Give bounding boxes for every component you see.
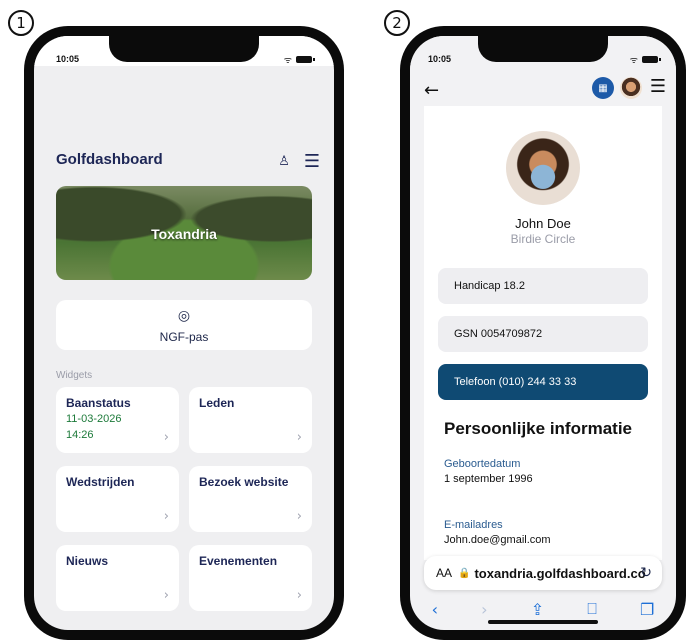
chevron-right-icon: › (296, 430, 302, 445)
widget-baanstatus[interactable]: Baanstatus 11-03-2026 14:26 › (56, 387, 179, 453)
email-value: John.doe@gmail.com (444, 534, 551, 546)
text-size-button[interactable]: AA (436, 566, 452, 580)
club-hero-banner[interactable]: Toxandria (56, 186, 312, 280)
chevron-right-icon: › (163, 430, 169, 445)
profile-name: John Doe (515, 216, 571, 231)
chevron-right-icon: › (163, 588, 169, 603)
reload-icon[interactable]: ↻ (640, 565, 652, 581)
step-badge-2: 2 (384, 10, 410, 36)
widget-bezoek-website[interactable]: Bezoek website › (189, 466, 312, 532)
status-icons: ᯤ (283, 53, 315, 66)
widget-leden[interactable]: Leden › (189, 387, 312, 453)
hamburger-icon[interactable]: ☰ (304, 151, 320, 172)
gsn-field: GSN 0054709872 (438, 316, 648, 352)
user-icon[interactable]: ♙ (278, 154, 290, 169)
qr-scan-icon[interactable]: ▦ (592, 77, 614, 99)
avatar-small[interactable] (620, 77, 642, 99)
url-text[interactable]: toxandria.golfdashboard.co (474, 566, 645, 581)
notch (478, 36, 608, 62)
wifi-icon: ᯤ (629, 56, 638, 66)
chevron-right-icon: › (296, 509, 302, 524)
phone-2-screen: 10:05 ᯤ ← ▦ ☰ John Doe Birdie Circle Han… (410, 36, 676, 630)
profile-avatar (506, 131, 580, 205)
phone-button[interactable]: Telefoon (010) 244 33 33 (438, 364, 648, 400)
hero-club-name: Toxandria (151, 226, 217, 242)
forward-icon[interactable]: › (481, 600, 487, 619)
battery-icon (642, 56, 661, 63)
chevron-right-icon: › (163, 509, 169, 524)
widget-date: 11-03-2026 (66, 413, 122, 425)
header-icons: ♙ ☰ (278, 151, 320, 172)
notch (109, 36, 259, 62)
lock-icon: 🔒 (458, 567, 471, 579)
widget-evenementen[interactable]: Evenementen › (189, 545, 312, 611)
browser-toolbar: ‹ › ⇪ ⎕ ❐ (410, 596, 676, 622)
status-icons: ᯤ (629, 53, 661, 66)
back-arrow-icon[interactable]: ← (424, 80, 439, 101)
widget-time: 14:26 (66, 429, 94, 441)
browser-address-bar[interactable]: AA 🔒 toxandria.golfdashboard.co ↻ (424, 556, 662, 590)
email-label: E-mailadres (444, 519, 503, 531)
widget-title: Baanstatus (66, 396, 131, 410)
bookmarks-icon[interactable]: ⎕ (587, 599, 597, 619)
widget-title: Evenementen (199, 554, 278, 568)
profile-circle-icon: ◎ (177, 308, 191, 324)
widget-title: Bezoek website (199, 475, 289, 489)
widget-wedstrijden[interactable]: Wedstrijden › (56, 466, 179, 532)
back-icon[interactable]: ‹ (432, 600, 438, 619)
share-icon[interactable]: ⇪ (531, 600, 544, 619)
widget-nieuws[interactable]: Nieuws › (56, 545, 179, 611)
phone-1-screen: 10:05 ᯤ Golfdashboard ♙ ☰ Toxandria ◎ NG… (34, 36, 334, 630)
phone-1: 10:05 ᯤ Golfdashboard ♙ ☰ Toxandria ◎ NG… (24, 26, 344, 640)
birthdate-value: 1 september 1996 (444, 473, 533, 485)
chevron-right-icon: › (296, 588, 302, 603)
phone-2: 10:05 ᯤ ← ▦ ☰ John Doe Birdie Circle Han… (400, 26, 686, 640)
tabs-icon[interactable]: ❐ (640, 600, 654, 619)
handicap-field: Handicap 18.2 (438, 268, 648, 304)
profile-club: Birdie Circle (510, 232, 576, 246)
widget-title: Nieuws (66, 554, 109, 568)
status-time: 10:05 (428, 54, 452, 64)
battery-icon (296, 56, 315, 63)
step-badge-1: 1 (8, 10, 34, 36)
ngf-pass-label: NGF-pas (159, 330, 209, 344)
widget-title: Wedstrijden (66, 475, 135, 489)
widgets-section-label: Widgets (56, 370, 93, 381)
profile-sheet: John Doe Birdie Circle Handicap 18.2 GSN… (424, 106, 662, 560)
app-title: Golfdashboard (56, 151, 163, 168)
section-title: Persoonlijke informatie (444, 419, 632, 438)
status-time: 10:05 (56, 54, 80, 64)
wifi-icon: ᯤ (283, 56, 292, 66)
home-indicator (488, 620, 598, 624)
widget-title: Leden (199, 396, 235, 410)
hamburger-icon[interactable]: ☰ (650, 76, 666, 97)
ngf-pass-card[interactable]: ◎ NGF-pas (56, 300, 312, 350)
birthdate-label: Geboortedatum (444, 458, 521, 470)
